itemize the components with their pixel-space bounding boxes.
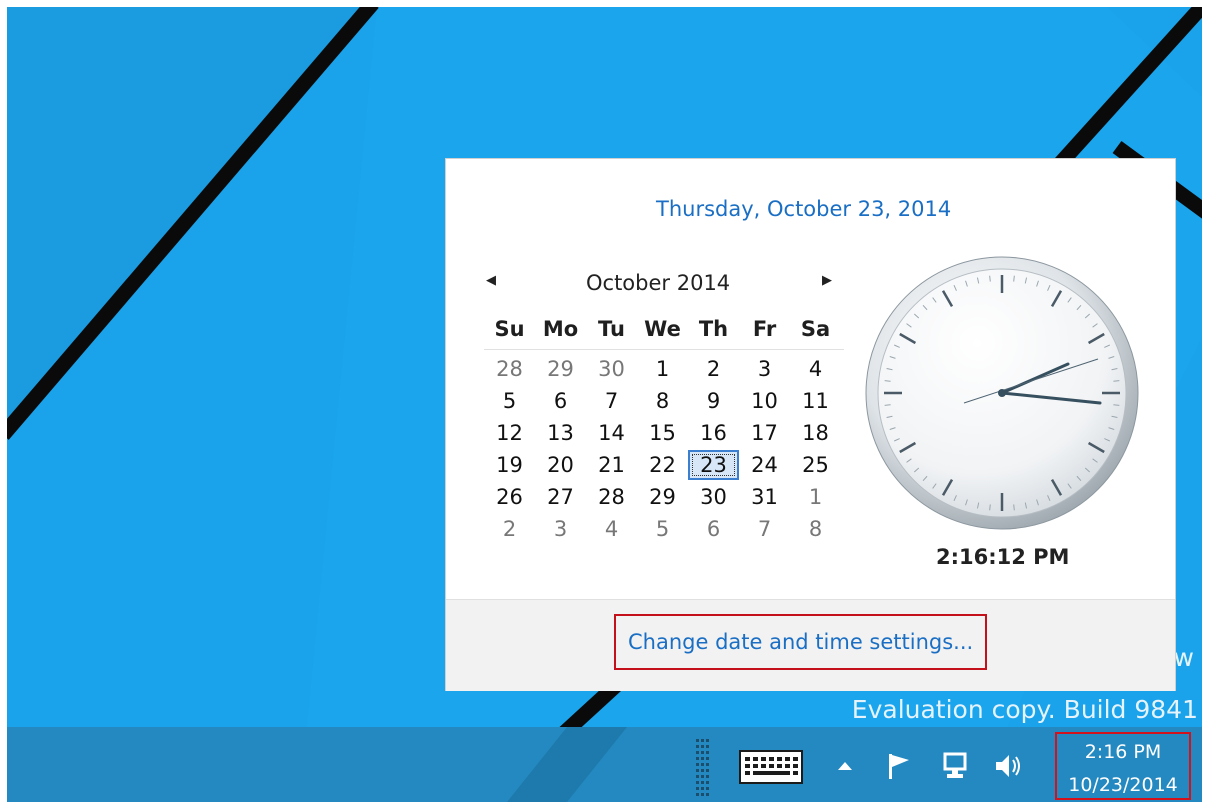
action-center-flag-icon[interactable] [883,749,915,783]
previous-month-button[interactable]: ◀ [484,273,498,289]
calendar-day[interactable]: 10 [739,385,790,417]
day-of-week-label: Th [698,317,729,341]
clock-minute-tick [884,380,891,382]
calendar-day[interactable]: 1 [637,353,688,385]
keyboard-icon[interactable] [737,749,805,785]
flyout-footer: Change date and time settings... [446,599,1175,691]
calendar-day[interactable]: 4 [790,353,841,385]
calendar-day[interactable]: 24 [739,449,790,481]
calendar-day[interactable]: 4 [586,513,637,545]
calendar-day[interactable]: 5 [637,513,688,545]
calendar-week-row: 5 6 7 8 9 10 11 [484,385,844,417]
left-arrow-icon: ◀ [486,273,496,288]
month-year-title[interactable]: October 2014 [586,271,730,295]
calendar-day[interactable]: 29 [637,481,688,513]
watermark-text-fragment: w [1173,643,1194,672]
calendar-week-row: 12 13 14 15 16 17 18 [484,417,844,449]
taskbar-date: 10/23/2014 [1068,774,1178,796]
right-arrow-icon: ▶ [822,273,832,288]
day-of-week-label: Fr [752,317,777,341]
date-time-flyout: Thursday, October 23, 2014 ◀ October 201… [445,158,1176,691]
taskbar: 2:16 PM 10/23/2014 [7,727,1202,802]
calendar-day[interactable]: 8 [790,513,841,545]
calendar-day[interactable]: 30 [586,353,637,385]
calendar-day[interactable]: 6 [535,385,586,417]
calendar-day[interactable]: 14 [586,417,637,449]
calendar-day[interactable]: 29 [535,353,586,385]
clock-minute-tick [989,275,991,282]
calendar-day[interactable]: 9 [688,385,739,417]
calendar-day[interactable]: 2 [688,353,739,385]
clock-minute-tick [884,404,891,406]
calendar-week-row: 2345678 [484,513,844,545]
calendar-day[interactable]: 3 [535,513,586,545]
calendar-day[interactable]: 28 [484,353,535,385]
calendar-day[interactable]: 1 [790,481,841,513]
taskbar-grip-handle[interactable] [695,739,709,797]
calendar-day[interactable]: 28 [586,481,637,513]
calendar-day[interactable]: 11 [790,385,841,417]
calendar-day[interactable]: 18 [790,417,841,449]
calendar-day[interactable]: 2 [484,513,535,545]
volume-icon[interactable] [991,749,1025,783]
calendar-day[interactable]: 15 [637,417,688,449]
calendar-day[interactable]: 31 [739,481,790,513]
calendar-week-row: 28 29 30 1 2 3 4 [484,353,844,385]
day-of-week-label: Su [494,317,525,341]
day-of-week-label: Sa [800,317,831,341]
taskbar-clock[interactable]: 2:16 PM 10/23/2014 [1055,732,1191,800]
calendar-day[interactable]: 12 [484,417,535,449]
calendar-day[interactable]: 25 [790,449,841,481]
calendar-grid: Su Mo Tu We Th Fr Sa 28 29 30 1 2 3 4 5 6 7 8 9 10 11 12 13 14… [484,317,844,545]
clock-minute-tick [1013,504,1015,511]
change-date-time-settings-link[interactable]: Change date and time settings... [614,614,988,670]
day-of-week-label: Mo [542,317,579,341]
calendar-day[interactable]: 20 [535,449,586,481]
watermark-build-text: Evaluation copy. Build 9841 [851,695,1198,724]
calendar-day[interactable]: 19 [484,449,535,481]
calendar-day[interactable]: 7 [586,385,637,417]
calendar-week-row: 19 20 21 22 23 24 25 [484,449,844,481]
calendar-day[interactable]: 21 [586,449,637,481]
taskbar-time: 2:16 PM [1084,741,1162,763]
next-month-button[interactable]: ▶ [820,273,834,289]
day-of-week-header: Su Mo Tu We Th Fr Sa [484,317,844,350]
calendar-day[interactable]: 16 [688,417,739,449]
calendar-day[interactable]: 27 [535,481,586,513]
calendar-week-row: 26 27 28 29 30 31 1 [484,481,844,513]
clock-minute-tick [1113,404,1120,406]
calendar-day[interactable]: 17 [739,417,790,449]
clock-minute-tick [989,504,991,511]
calendar-day[interactable]: 13 [535,417,586,449]
show-hidden-icons-chevron-icon[interactable] [833,753,857,779]
digital-clock-time: 2:16:12 PM [936,545,1070,569]
calendar-day[interactable]: 22 [637,449,688,481]
analog-clock [865,256,1139,530]
calendar-day[interactable]: 7 [739,513,790,545]
network-icon[interactable] [939,749,973,783]
calendar-day[interactable]: 6 [688,513,739,545]
long-date-link[interactable]: Thursday, October 23, 2014 [656,197,951,221]
calendar-day-today[interactable]: 23 [688,450,739,480]
calendar-day[interactable]: 3 [739,353,790,385]
day-of-week-label: Tu [598,317,625,341]
calendar-weeks: 28 29 30 1 2 3 4 5 6 7 8 9 10 11 12 13 14 15 16 17 18 19 20 21 2… [484,353,844,545]
calendar-day[interactable]: 26 [484,481,535,513]
day-of-week-label: We [644,317,681,341]
calendar-day[interactable]: 30 [688,481,739,513]
clock-minute-tick [1113,380,1120,382]
calendar-day[interactable]: 8 [637,385,688,417]
clock-minute-tick [1013,275,1015,282]
calendar-day[interactable]: 5 [484,385,535,417]
